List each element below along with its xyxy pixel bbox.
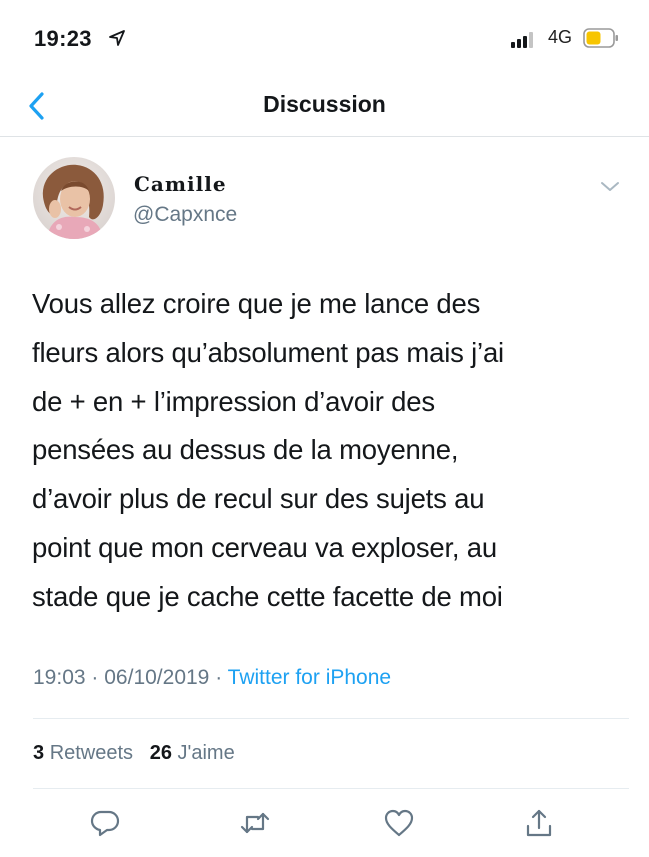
- tweet-text-line: pensées au dessus de la moyenne,: [32, 434, 459, 466]
- action-bar: [0, 802, 649, 846]
- tweet-text-line: Vous allez croire que je me lance des: [32, 288, 481, 319]
- tweet-stats: 3 Retweets 26 J'aime: [33, 742, 235, 765]
- status-time: 19:23: [34, 26, 92, 51]
- retweets-stat[interactable]: 3 Retweets: [33, 742, 133, 764]
- tweet-text-line: fleurs alors qu’absolument pas mais j’ai: [32, 336, 504, 368]
- retweets-label: Retweets: [49, 742, 134, 764]
- avatar-image: [33, 157, 115, 239]
- status-bar: 19:23 4G: [0, 0, 649, 80]
- likes-label: J'aime: [177, 742, 235, 764]
- user-handle[interactable]: @Capxnce: [133, 203, 237, 227]
- tweet-meta: 19:03 · 06/10/2019 · Twitter for iPhone: [33, 666, 391, 690]
- navigation-bar: Discussion: [0, 78, 649, 137]
- network-type: 4G: [548, 27, 573, 47]
- meta-separator: ·: [215, 666, 223, 689]
- page-title: Discussion: [263, 91, 386, 117]
- signal-bars-icon: [511, 32, 533, 48]
- like-icon: [384, 809, 414, 837]
- tweet-text-line: d’avoir plus de recul sur des sujets au: [32, 483, 485, 515]
- likes-count: 26: [149, 742, 172, 764]
- retweet-button[interactable]: [238, 806, 272, 840]
- tweet-source-link[interactable]: Twitter for iPhone: [228, 666, 391, 689]
- display-name[interactable]: Camille: [134, 172, 227, 196]
- reply-icon: [90, 810, 120, 837]
- meta-separator: ·: [91, 666, 99, 689]
- tweet-text: Vous allez croire que je me lance des fl…: [32, 280, 622, 622]
- divider: [33, 788, 629, 789]
- like-button[interactable]: [382, 806, 416, 840]
- divider: [33, 718, 629, 719]
- reply-button[interactable]: [88, 806, 122, 840]
- retweets-count: 3: [33, 742, 45, 764]
- location-arrow-icon: [109, 30, 125, 46]
- share-button[interactable]: [522, 806, 556, 840]
- tweet-date: 06/10/2019: [104, 666, 210, 689]
- tweet-text-line: point que mon cerveau va exploser, au: [32, 531, 497, 563]
- tweet-text-line: de + en + l’impression d’avoir des: [32, 385, 435, 417]
- retweet-icon: [240, 812, 270, 834]
- avatar[interactable]: [33, 157, 115, 239]
- tweet-text-line: stade que je cache cette facette de moi: [32, 580, 503, 612]
- chevron-down-icon[interactable]: [597, 178, 623, 196]
- tweet-time: 19:03: [33, 666, 86, 689]
- battery-icon: [583, 28, 618, 48]
- share-icon: [526, 809, 552, 837]
- likes-stat[interactable]: 26 J'aime: [150, 742, 235, 764]
